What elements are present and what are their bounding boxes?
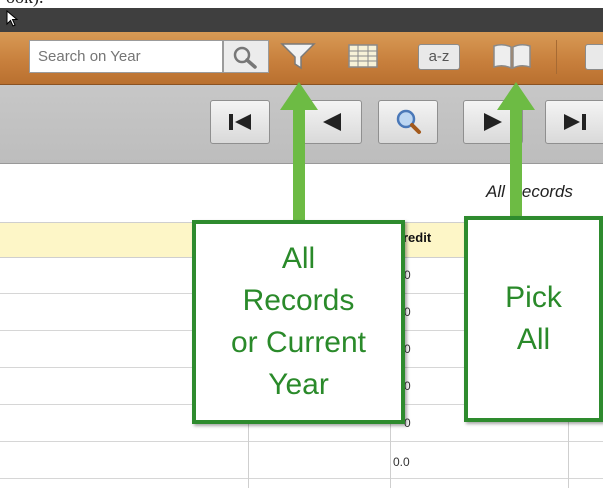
- credit-cell: 0: [404, 342, 411, 356]
- window-titlebar: [0, 8, 603, 32]
- credit-cell: 0: [404, 268, 411, 282]
- callout-line: Records: [242, 284, 355, 317]
- mouse-cursor-icon: [6, 10, 19, 27]
- search-input[interactable]: [29, 40, 223, 73]
- callout-all-records: All Records or Current Year: [192, 220, 405, 424]
- credit-cell: 0: [404, 305, 411, 319]
- record-scope-label: All Records: [486, 182, 573, 201]
- arrow-up-icon: [497, 82, 535, 110]
- arrow-up-icon: [280, 82, 318, 110]
- first-record-icon: [229, 114, 251, 130]
- callout-pick-all: Pick All: [464, 216, 603, 422]
- last-record-icon: [564, 114, 586, 130]
- arrow-shaft: [293, 94, 305, 222]
- callout-line: or Current: [230, 326, 367, 359]
- arrow-shaft: [510, 94, 522, 218]
- first-record-button[interactable]: [210, 100, 270, 144]
- magnifier-icon: [233, 46, 257, 69]
- credit-cell: 0.0: [393, 455, 410, 469]
- caption-text: ook).: [6, 0, 44, 8]
- sort-az-icon[interactable]: a-z: [418, 44, 460, 70]
- callout-line: Year: [268, 368, 329, 401]
- export-icon[interactable]: [585, 44, 603, 70]
- caption-fragment: ook).: [0, 0, 603, 8]
- table-row[interactable]: [0, 442, 603, 479]
- funnel-filter-icon[interactable]: [278, 40, 318, 72]
- find-icon: [396, 109, 421, 134]
- credit-cell: 0: [404, 379, 411, 393]
- find-record-button[interactable]: [378, 100, 438, 144]
- search-button[interactable]: [223, 40, 269, 73]
- callout-line: All: [516, 323, 551, 356]
- callout-line: Pick: [505, 281, 562, 314]
- table-grid-icon[interactable]: [345, 40, 381, 72]
- credit-column-header[interactable]: redit: [403, 230, 431, 245]
- toolbar-separator: [556, 40, 557, 74]
- callout-line: All: [281, 242, 316, 275]
- credit-cell: 0: [404, 416, 411, 430]
- open-book-icon[interactable]: [490, 40, 534, 72]
- last-record-button[interactable]: [545, 100, 603, 144]
